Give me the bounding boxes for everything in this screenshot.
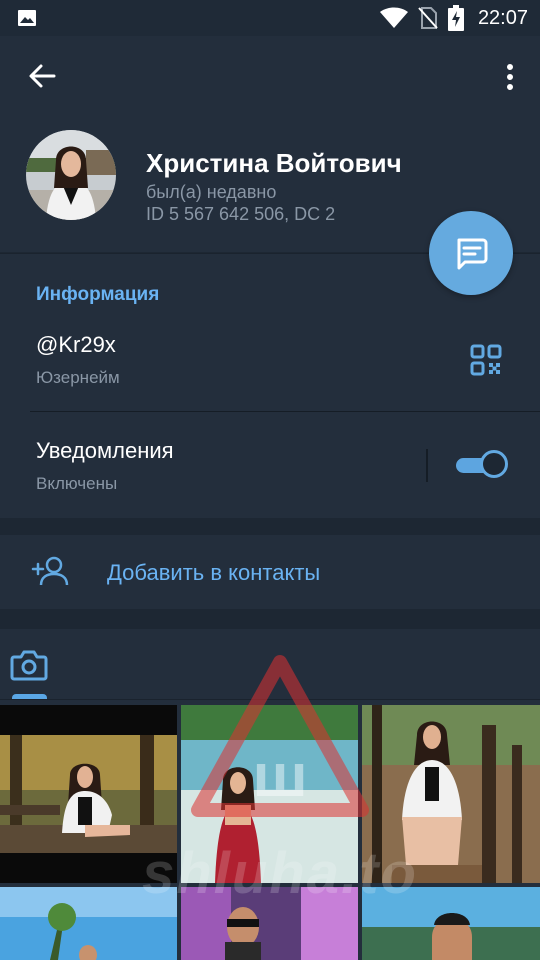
add-contact-label: Добавить в контакты — [107, 560, 321, 585]
avatar[interactable] — [26, 130, 116, 220]
media-section — [0, 629, 540, 960]
notifications-toggle[interactable] — [456, 450, 508, 480]
toggle-knob — [480, 450, 508, 478]
clock: 22:07 — [477, 6, 528, 29]
photo-thumbnail[interactable] — [362, 705, 540, 883]
notifications-value: Включены — [36, 474, 118, 493]
last-seen-status: был(а) недавно — [146, 182, 277, 202]
photo-thumbnail[interactable] — [181, 705, 358, 883]
section-title: Информация — [36, 284, 160, 305]
message-button[interactable] — [429, 211, 513, 295]
qr-code-icon[interactable] — [470, 344, 502, 376]
more-vertical-icon[interactable] — [504, 62, 516, 92]
username-value[interactable]: @Kr29x — [36, 332, 116, 358]
arrow-left-icon[interactable] — [24, 58, 60, 94]
status-bar: 22:07 — [0, 0, 540, 36]
add-contact-row[interactable]: Добавить в контакты — [0, 535, 540, 609]
username-label: Юзернейм — [36, 368, 120, 387]
vertical-separator — [426, 449, 428, 482]
app-bar — [0, 36, 540, 120]
message-icon — [457, 238, 488, 270]
battery-charging-icon — [447, 5, 464, 31]
wifi-icon — [379, 7, 408, 28]
image-notification-icon — [18, 10, 36, 26]
photo-grid — [0, 705, 540, 960]
photo-thumbnail[interactable] — [0, 887, 177, 960]
notifications-title[interactable]: Уведомления — [36, 438, 174, 464]
photo-thumbnail[interactable] — [0, 705, 177, 883]
no-sim-icon — [418, 7, 438, 29]
photo-thumbnail[interactable] — [181, 887, 358, 960]
photo-thumbnail[interactable] — [362, 887, 540, 960]
divider — [0, 699, 540, 700]
profile-name: Христина Войтович — [146, 148, 402, 178]
user-id: ID 5 567 642 506, DC 2 — [146, 204, 336, 224]
divider — [30, 411, 540, 412]
add-user-icon — [31, 556, 69, 586]
camera-icon[interactable] — [10, 647, 48, 683]
